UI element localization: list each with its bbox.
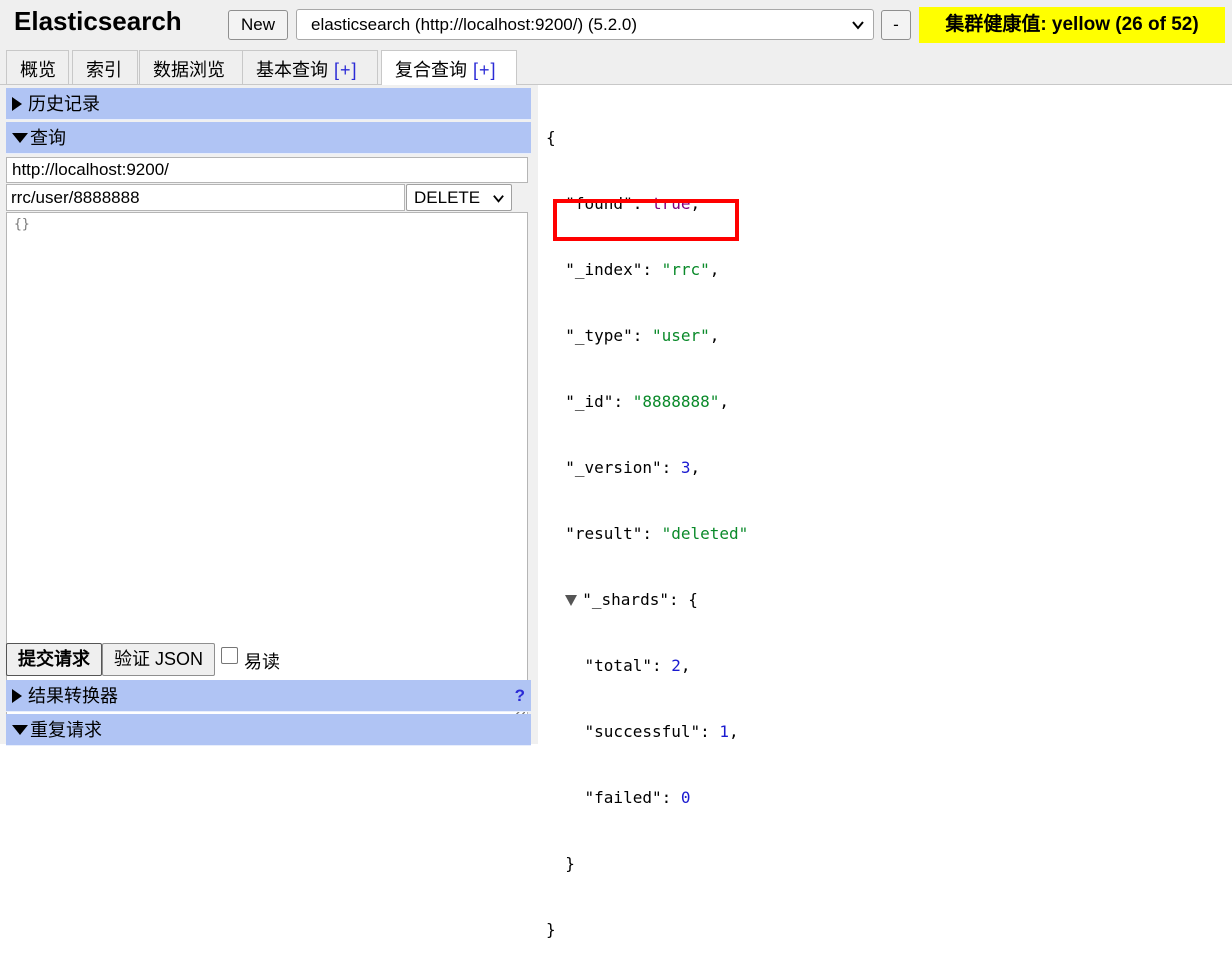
pretty-print-checkbox[interactable] [221, 647, 238, 664]
repeat-request-toggle[interactable]: 重复请求 [6, 714, 531, 746]
submit-request-button[interactable]: 提交请求 [6, 643, 102, 676]
json-value: 3 [680, 458, 691, 477]
json-brace: } [546, 920, 556, 939]
tab-add-icon[interactable]: [+] [473, 60, 497, 80]
request-body-value: {} [14, 217, 30, 232]
result-transformer-toggle[interactable]: 结果转换器 ? [6, 680, 531, 712]
tab-overview[interactable]: 概览 [6, 50, 69, 84]
json-value: 1 [719, 722, 730, 741]
json-line: "_type": "user", [565, 326, 720, 345]
result-transformer-label: 结果转换器 [28, 686, 118, 706]
request-path-field[interactable]: rrc/user/8888888 [6, 184, 405, 211]
collapse-icon [12, 724, 28, 735]
help-icon[interactable]: ? [515, 680, 525, 712]
validate-json-button[interactable]: 验证 JSON [102, 643, 215, 676]
http-method-value: DELETE [414, 188, 481, 207]
expand-icon [12, 688, 22, 703]
json-line: "_id": "8888888", [565, 392, 730, 411]
pretty-print-label: 易读 [244, 652, 280, 672]
json-key: "result" [565, 524, 643, 543]
base-url-field[interactable]: http://localhost:9200/ [6, 157, 528, 183]
query-section-toggle[interactable]: 查询 [6, 122, 531, 154]
tab-label: 概览 [20, 60, 56, 80]
json-line: "_shards": { [546, 589, 1226, 611]
new-connection-button[interactable]: New [228, 10, 288, 40]
history-label: 历史记录 [28, 94, 100, 114]
collapse-icon [12, 132, 28, 143]
json-key: "successful" [584, 722, 701, 741]
json-key: "_id" [565, 392, 614, 411]
collapse-icon[interactable] [565, 595, 578, 606]
json-line: { [546, 127, 1226, 149]
json-line: "failed": 0 [584, 788, 691, 807]
top-bar: Elasticsearch New elasticsearch (http://… [0, 0, 1232, 85]
json-line: "_index": "rrc", [565, 260, 720, 279]
json-key: "_version" [565, 458, 662, 477]
remove-connection-button[interactable]: - [881, 10, 911, 40]
json-line: "total": 2, [584, 656, 691, 675]
chevron-down-icon [851, 10, 865, 39]
chevron-down-icon [492, 185, 505, 210]
tab-compound-query[interactable]: 复合查询 [+] [381, 50, 517, 85]
json-value: "8888888" [632, 392, 720, 411]
query-label: 查询 [30, 128, 66, 148]
tab-label: 索引 [86, 60, 122, 80]
json-line: "successful": 1, [584, 722, 739, 741]
json-key: "total" [584, 656, 652, 675]
history-section-toggle[interactable]: 历史记录 [6, 88, 531, 120]
json-line: } [546, 919, 1226, 941]
app-title: Elasticsearch [14, 6, 182, 36]
tab-label: 基本查询 [256, 60, 328, 80]
json-value: "user" [651, 326, 710, 345]
json-key: "_index" [565, 260, 643, 279]
expand-icon [12, 96, 22, 111]
json-key: "_shards" [582, 590, 669, 609]
json-key: "_type" [565, 326, 633, 345]
json-brace: } [565, 854, 575, 873]
json-value: "deleted" [661, 524, 749, 543]
tab-label: 数据浏览 [153, 60, 225, 80]
http-method-select[interactable]: DELETE [406, 184, 512, 211]
tab-add-icon[interactable]: [+] [334, 60, 358, 80]
json-line: "result": "deleted" [565, 524, 749, 543]
tab-indices[interactable]: 索引 [72, 50, 138, 84]
tab-browser[interactable]: 数据浏览 [139, 50, 243, 84]
json-line: } [546, 853, 1226, 875]
cluster-select-value: elasticsearch (http://localhost:9200/) (… [311, 15, 637, 34]
tab-label: 复合查询 [395, 60, 467, 80]
tab-basic-query[interactable]: 基本查询 [+] [242, 50, 378, 84]
json-value: 0 [680, 788, 691, 807]
cluster-health-badge: 集群健康值: yellow (26 of 52) [919, 7, 1225, 43]
json-key: "failed" [584, 788, 662, 807]
query-panel: 历史记录 查询 http://localhost:9200/ rrc/user/… [0, 85, 538, 746]
result-highlight-box [553, 199, 739, 241]
json-value: "rrc" [661, 260, 710, 279]
json-line: "_version": 3, [565, 458, 701, 477]
json-brace: { [546, 128, 556, 147]
repeat-request-label: 重复请求 [30, 720, 102, 740]
cluster-select[interactable]: elasticsearch (http://localhost:9200/) (… [296, 9, 874, 40]
json-value: 2 [671, 656, 681, 675]
